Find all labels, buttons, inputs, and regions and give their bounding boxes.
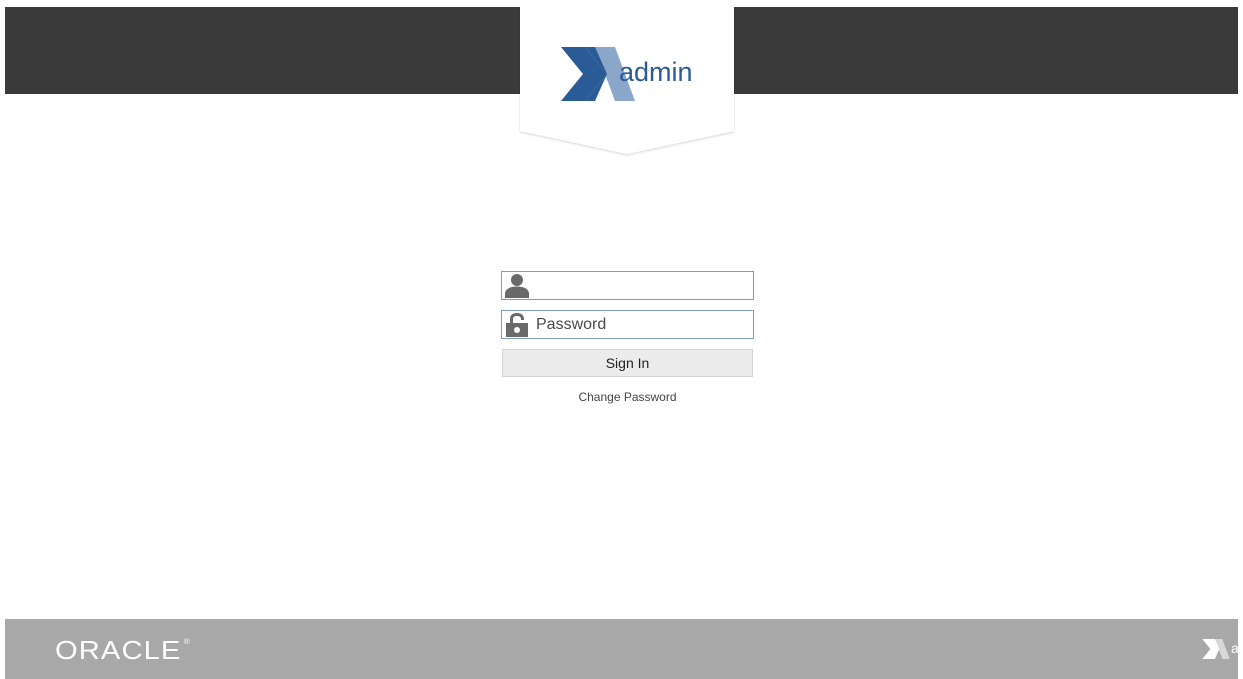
- lock-icon: [506, 313, 528, 337]
- registered-mark: ®: [183, 639, 191, 646]
- login-page: admin Sign In Change Password ORACLE ® a…: [0, 0, 1243, 679]
- header-logo-tab: admin: [519, 7, 735, 157]
- oracle-logo-text: ORACLE: [55, 635, 182, 665]
- sign-in-button[interactable]: Sign In: [502, 349, 753, 377]
- username-input[interactable]: [536, 272, 746, 299]
- footer-bar: ORACLE® admin: [5, 619, 1243, 679]
- username-field: [501, 271, 754, 300]
- password-field: [501, 310, 754, 339]
- login-form: Sign In Change Password: [501, 271, 754, 404]
- logo-brand-text: admin: [619, 57, 693, 87]
- user-icon: [505, 274, 529, 298]
- oracle-logo: ORACLE ®: [55, 635, 191, 666]
- footer-xadmin-mark-icon: [1202, 639, 1230, 659]
- footer-brand-text: admin: [1231, 640, 1243, 656]
- password-input[interactable]: [536, 311, 746, 338]
- change-password-link[interactable]: Change Password: [501, 390, 754, 404]
